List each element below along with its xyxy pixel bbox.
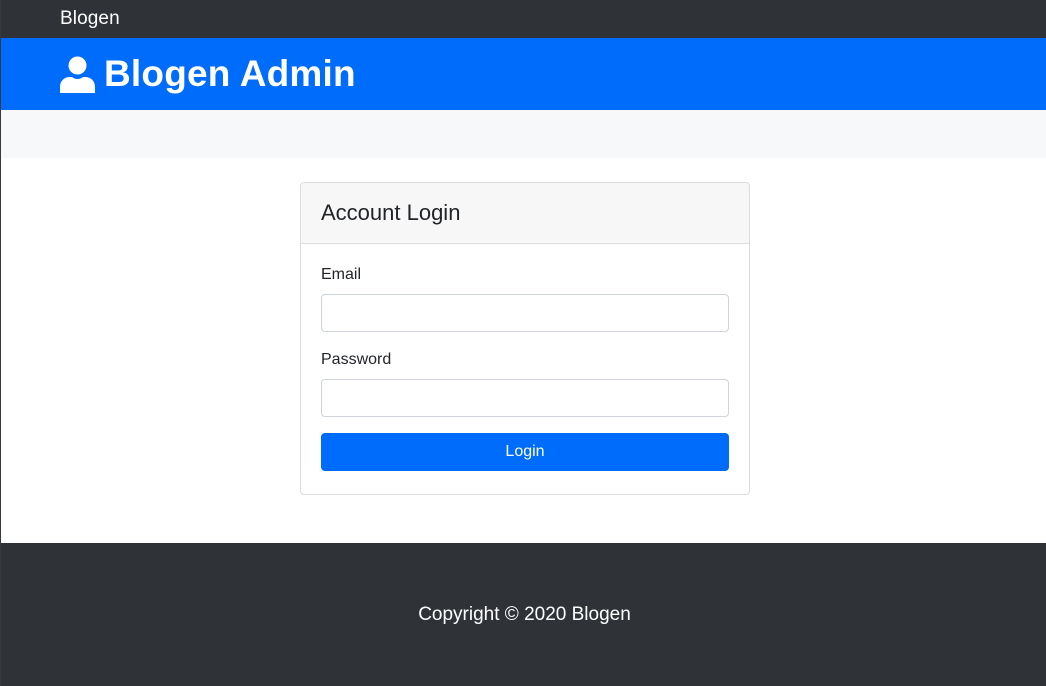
password-field[interactable] xyxy=(321,379,729,417)
login-card: Account Login Email Password Login xyxy=(300,182,750,495)
user-icon xyxy=(59,56,96,93)
email-label: Email xyxy=(321,266,362,283)
login-button[interactable]: Login xyxy=(321,433,729,471)
navbar-brand-link[interactable]: Blogen xyxy=(60,8,120,30)
page-header: Blogen Admin xyxy=(1,38,1046,110)
top-navbar: Blogen xyxy=(1,0,1046,38)
main-content: Account Login Email Password Login xyxy=(1,158,1046,543)
page-title: Blogen Admin xyxy=(104,53,356,94)
page: Blogen Blogen Admin Account Login Email … xyxy=(0,0,1046,686)
password-label: Password xyxy=(321,351,392,368)
login-card-title: Account Login xyxy=(321,200,461,225)
login-form: Email Password Login xyxy=(301,244,749,491)
login-card-header: Account Login xyxy=(301,183,749,244)
action-bar xyxy=(1,110,1046,158)
copyright-text: Copyright © 2020 Blogen xyxy=(418,603,631,625)
page-footer: Copyright © 2020 Blogen xyxy=(1,543,1046,686)
email-field[interactable] xyxy=(321,294,729,332)
